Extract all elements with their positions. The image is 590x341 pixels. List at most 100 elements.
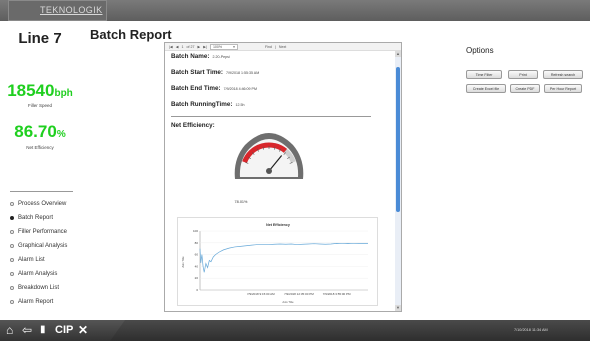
nav-item-batch-report[interactable]: Batch Report <box>10 211 80 225</box>
first-page-button[interactable]: |◀ <box>169 45 173 49</box>
left-panel: Line 7 18540bph Filler Speed 86.70% Net … <box>0 21 80 320</box>
chart-svg: Net Efficiency Axis Title Axis Title 0 20… <box>181 223 368 304</box>
chart-y-tick-label: 80 <box>195 241 199 245</box>
next-link[interactable]: Next <box>279 45 286 49</box>
batch-start-label: Batch Start Time: <box>171 69 224 76</box>
bottom-toolbar: ⌂ ⇦ ▮ CIP ✕ <box>0 320 125 341</box>
nav-item-label: Batch Report <box>18 215 54 221</box>
nav-bullet <box>10 216 14 220</box>
nav-item-alarm-list[interactable]: Alarm List <box>10 253 80 267</box>
efficiency-unit: % <box>56 129 66 140</box>
nav-item-label: Breakdown List <box>18 285 60 291</box>
date-time: 7/10/2018 11:34 AM <box>514 328 548 332</box>
nav-bullet <box>10 272 14 276</box>
batch-running-row: Batch RunningTime: 12.5h <box>171 101 244 108</box>
chart-ticks: 0 20 40 60 80 100 7/9/2018 9:15:00 AM 7/9/2018 … <box>193 229 351 296</box>
chart-title: Net Efficiency <box>266 223 290 227</box>
chart-series-line <box>199 243 368 273</box>
batch-end-label: Batch End Time: <box>171 85 221 92</box>
chart-axes <box>199 231 368 291</box>
nav-bullet <box>10 230 14 234</box>
filler-speed-value: 18540bph <box>0 81 80 101</box>
back-icon[interactable]: ⇦ <box>22 323 32 337</box>
gauge-hub <box>266 168 272 174</box>
top-bar: TEKNOLOGIK <box>0 0 590 21</box>
page-number-input[interactable]: 1 <box>181 45 183 49</box>
create-excel-button[interactable]: Create Excel file <box>466 84 506 93</box>
create-pdf-button[interactable]: Create PDF <box>510 84 540 93</box>
line-title: Line 7 <box>18 30 62 47</box>
active-tab-notch <box>78 27 84 39</box>
nav-bullet <box>10 244 14 248</box>
nav-item-alarm-analysis[interactable]: Alarm Analysis <box>10 267 80 281</box>
zoom-value: 100% <box>212 44 223 49</box>
viewer-scroll-thumb[interactable] <box>396 67 400 212</box>
report-divider <box>171 116 371 117</box>
chart-series <box>199 243 368 273</box>
chevron-down-icon: ▾ <box>233 44 235 49</box>
chart-x-tick-label: 7/9/2018 3:55:00 PM <box>323 292 351 296</box>
speed-number: 18540 <box>7 81 55 100</box>
nav-divider <box>10 191 73 192</box>
nav-item-label: Alarm Analysis <box>18 271 58 277</box>
per-hour-report-button[interactable]: Per Hour Report <box>544 84 582 93</box>
batch-end-row: Batch End Time: 7/9/2018 4:46:09 PM <box>171 85 257 92</box>
chart-y-tick-label: 100 <box>193 229 198 233</box>
zoom-select[interactable]: 100% ▾ <box>209 43 238 50</box>
nav-item-label: Alarm Report <box>18 299 54 305</box>
batch-name-label: Batch Name: <box>171 53 210 60</box>
main-content: Batch Report |◀ ◀ 1 of 27 ▶ ▶| 100% ▾ Fin… <box>80 21 590 320</box>
nav-bullet <box>10 258 14 262</box>
report-viewer[interactable]: |◀ ◀ 1 of 27 ▶ ▶| 100% ▾ Find | Next Batc… <box>164 42 402 312</box>
chart-y-tick-label: 40 <box>195 264 199 268</box>
batch-start-value: 7/9/2018 1:55:35 AM <box>226 71 260 75</box>
bottle-icon[interactable]: ▮ <box>40 323 46 337</box>
refresh-search-button[interactable]: Refresh search <box>543 70 583 79</box>
gauge-value-text: 78.01% <box>234 200 248 204</box>
app-window: TEKNOLOGIK Line 7 18540bph Filler Speed … <box>0 0 590 341</box>
nav-item-breakdown-list[interactable]: Breakdown List <box>10 281 80 295</box>
chart-x-tick-label: 7/9/2018 12:35:00 PM <box>284 292 314 296</box>
batch-name-value: 2.20-Pepsi <box>212 55 230 59</box>
nav-item-label: Filler Performance <box>18 229 68 235</box>
nav-bullet <box>10 300 14 304</box>
speed-unit: bph <box>54 88 73 99</box>
last-page-button[interactable]: ▶| <box>203 45 207 49</box>
gauge-svg <box>234 133 304 179</box>
next-page-button[interactable]: ▶ <box>197 45 200 49</box>
scroll-up-icon[interactable]: ▲ <box>395 51 401 57</box>
nav-item-label: Alarm List <box>18 257 45 263</box>
bottom-bar: ⌂ ⇦ ▮ CIP ✕ 7/10/2018 11:34 AM <box>0 320 590 341</box>
prev-page-button[interactable]: ◀ <box>176 45 179 49</box>
batch-running-value: 12.5h <box>235 103 245 107</box>
cip-button[interactable]: CIP <box>55 324 73 336</box>
find-link[interactable]: Find <box>265 45 272 49</box>
chart-grid <box>199 230 368 291</box>
net-efficiency-value: 86.70% <box>0 122 80 142</box>
nav-item-label: Graphical Analysis <box>18 243 68 249</box>
page-title: Batch Report <box>90 27 172 42</box>
viewer-toolbar: |◀ ◀ 1 of 27 ▶ ▶| 100% ▾ Find | Next <box>165 43 401 51</box>
filler-speed-label: Filler Speed <box>27 103 52 108</box>
separator: | <box>274 44 276 49</box>
nav-item-filler-performance[interactable]: Filler Performance <box>10 225 80 239</box>
logo: TEKNOLOGIK <box>8 0 107 21</box>
nav-item-alarm-report[interactable]: Alarm Report <box>10 295 80 309</box>
nav-bullet <box>10 202 14 206</box>
nav-item-label: Process Overview <box>18 201 67 207</box>
batch-running-label: Batch RunningTime: <box>171 101 233 108</box>
close-icon[interactable]: ✕ <box>78 323 88 337</box>
nav-item-process-overview[interactable]: Process Overview <box>10 197 80 211</box>
net-efficiency-label: Net Efficiency <box>26 145 54 150</box>
nav-item-graphical-analysis[interactable]: Graphical Analysis <box>10 239 80 253</box>
nav-bullet <box>10 286 14 290</box>
batch-end-value: 7/9/2018 4:46:09 PM <box>223 87 257 91</box>
scroll-down-icon[interactable]: ▼ <box>395 305 401 311</box>
print-button[interactable]: Print <box>508 70 538 79</box>
page-count: of 27 <box>186 44 195 49</box>
batch-name-row: Batch Name: 2.20-Pepsi <box>171 53 230 60</box>
time-filter-button[interactable]: Time Filter <box>466 70 502 79</box>
nav-menu: Process Overview Batch Report Filler Per… <box>10 197 80 309</box>
home-icon[interactable]: ⌂ <box>6 323 13 337</box>
logo-text: TEKNOLOGIK <box>40 5 103 15</box>
